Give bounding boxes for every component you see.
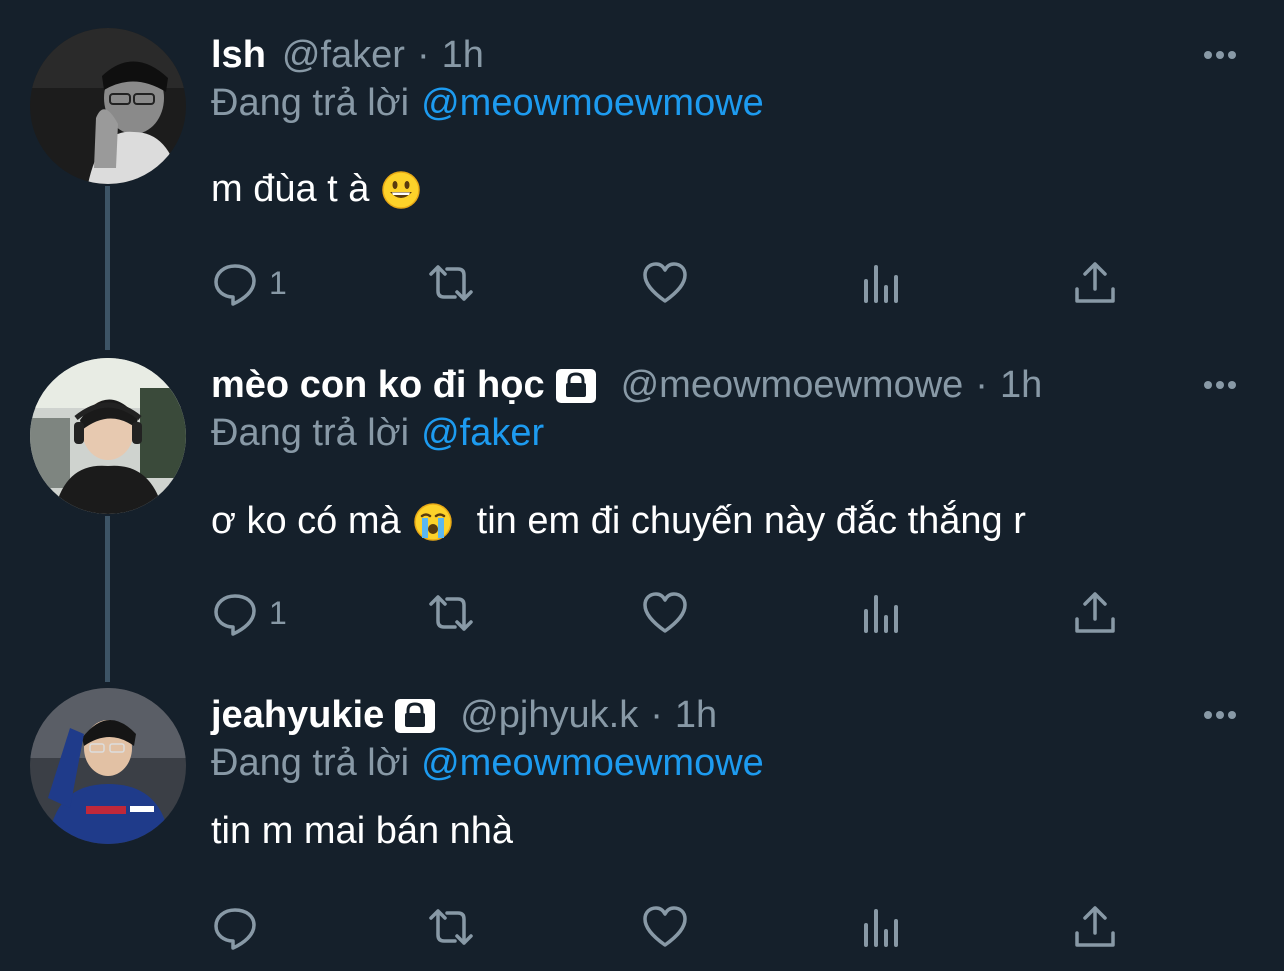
tweet[interactable]: lsh @faker · 1h Đang trả lời @meowmoewmow… [0, 0, 1284, 330]
like-icon [641, 259, 689, 307]
replying-to-label: Đang trả lời [211, 412, 410, 454]
reply-button[interactable]: 1 [211, 588, 287, 638]
separator-dot: · [416, 33, 430, 76]
retweet-button[interactable] [427, 258, 475, 308]
timestamp[interactable]: 1h [442, 34, 484, 77]
tweet[interactable]: mèo con ko đi học @meowmoewmowe · 1h Đan… [0, 330, 1284, 660]
like-icon [641, 589, 689, 637]
retweet-icon [427, 259, 475, 307]
tweet-text-content: m đùa t à [211, 168, 370, 210]
retweet-icon [427, 903, 475, 951]
tweet-header: jeahyukie @pjhyuk.k · 1h [211, 692, 1164, 738]
tweet-actions: 1 [211, 258, 1131, 308]
reply-mention[interactable]: @faker [421, 412, 544, 454]
reply-button[interactable]: 1 [211, 258, 287, 308]
separator-dot: · [975, 363, 988, 406]
share-icon [1071, 259, 1119, 307]
replying-to-label: Đang trả lời [211, 742, 410, 784]
username[interactable]: @meowmoewmowe [621, 364, 964, 407]
replying-to: Đang trả lời @meowmoewmowe [211, 742, 764, 785]
loudly-crying-face-emoji [413, 502, 453, 542]
display-name[interactable]: jeahyukie [211, 694, 384, 737]
share-button[interactable] [1071, 258, 1119, 308]
analytics-button[interactable] [857, 588, 905, 638]
timestamp[interactable]: 1h [1000, 364, 1042, 407]
more-icon[interactable] [1200, 700, 1240, 730]
reply-count: 1 [269, 594, 287, 631]
tweet-text-content: tin m mai bán nhà [211, 810, 514, 852]
replying-to: Đang trả lời @meowmoewmowe [211, 82, 764, 125]
avatar[interactable] [30, 688, 186, 844]
like-button[interactable] [641, 258, 689, 308]
analytics-icon [857, 903, 905, 951]
share-icon [1071, 589, 1119, 637]
reply-mention[interactable]: @meowmoewmowe [421, 82, 764, 124]
tweet[interactable]: jeahyukie @pjhyuk.k · 1h Đang trả lời @me… [0, 660, 1284, 971]
lock-icon [394, 696, 436, 734]
username[interactable]: @pjhyuk.k [460, 694, 638, 737]
analytics-icon [857, 259, 905, 307]
grinning-face-emoji [381, 170, 421, 210]
lock-icon [555, 366, 597, 404]
replying-to: Đang trả lời @faker [211, 412, 544, 455]
timestamp[interactable]: 1h [675, 694, 717, 737]
tweet-header: mèo con ko đi học @meowmoewmowe · 1h [211, 362, 1164, 408]
reply-mention[interactable]: @meowmoewmowe [421, 742, 764, 784]
analytics-button[interactable] [857, 258, 905, 308]
tweet-text: tin m mai bán nhà [211, 810, 513, 853]
reply-icon [211, 259, 259, 307]
share-button[interactable] [1071, 588, 1119, 638]
username[interactable]: @faker [282, 34, 405, 77]
avatar[interactable] [30, 358, 186, 514]
tweet-text-content: ơ ko có mà [211, 500, 401, 542]
share-button[interactable] [1071, 902, 1119, 952]
tweet-actions [211, 902, 1131, 952]
retweet-button[interactable] [427, 588, 475, 638]
more-icon[interactable] [1200, 40, 1240, 70]
display-name[interactable]: lsh [211, 34, 266, 77]
reply-button[interactable] [211, 902, 269, 952]
like-button[interactable] [641, 588, 689, 638]
replying-to-label: Đang trả lời [211, 82, 410, 124]
like-button[interactable] [641, 902, 689, 952]
avatar[interactable] [30, 28, 186, 184]
like-icon [641, 903, 689, 951]
share-icon [1071, 903, 1119, 951]
more-icon[interactable] [1200, 370, 1240, 400]
analytics-icon [857, 589, 905, 637]
separator-dot: · [650, 693, 663, 736]
reply-icon [211, 903, 259, 951]
tweet-header: lsh @faker · 1h [211, 32, 1164, 78]
reply-icon [211, 589, 259, 637]
retweet-button[interactable] [427, 902, 475, 952]
tweet-text: ơ ko có mà tin em đi chuyến này đắc thắn… [211, 500, 1026, 543]
display-name[interactable]: mèo con ko đi học [211, 364, 545, 407]
tweet-actions: 1 [211, 588, 1131, 638]
tweet-text: m đùa t à [211, 168, 421, 211]
reply-thread: lsh @faker · 1h Đang trả lời @meowmoewmow… [0, 0, 1284, 971]
reply-count: 1 [269, 264, 287, 301]
analytics-button[interactable] [857, 902, 905, 952]
tweet-text-content: tin em đi chuyến này đắc thắng r [476, 500, 1026, 542]
retweet-icon [427, 589, 475, 637]
